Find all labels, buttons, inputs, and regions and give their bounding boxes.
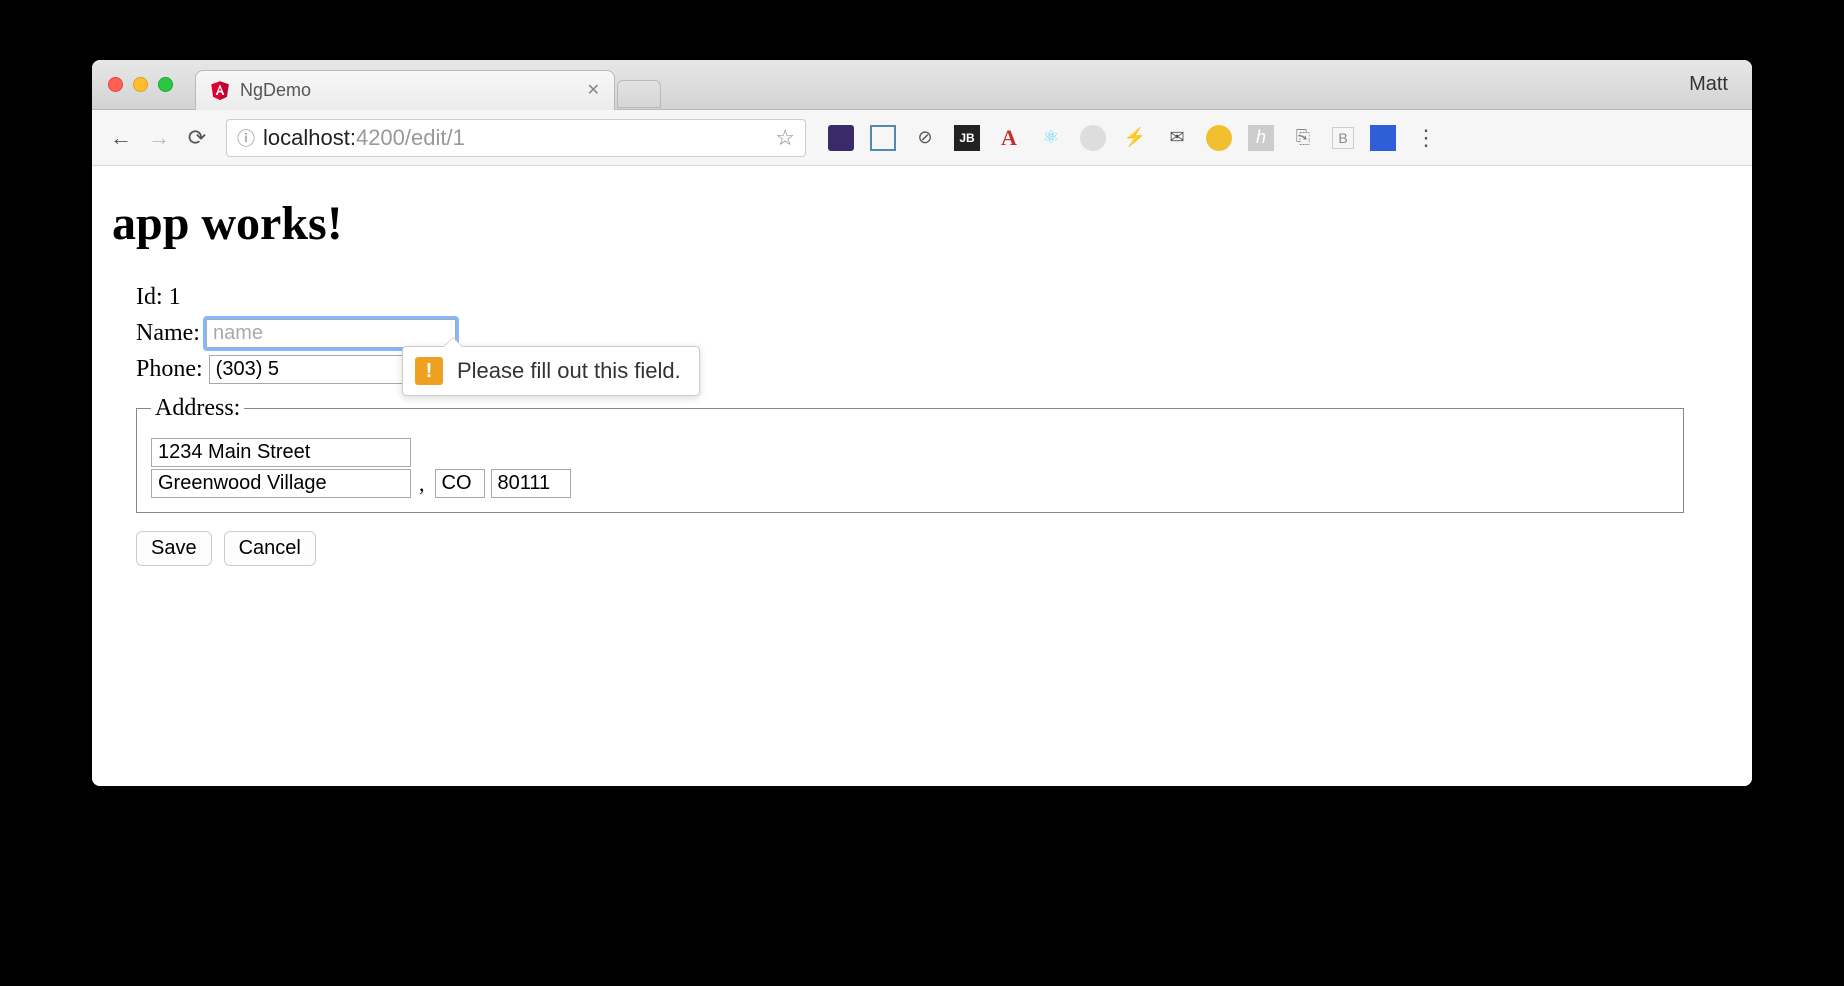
address-bar[interactable]: ⓘ localhost:4200/edit/1 ☆ xyxy=(226,119,806,157)
titlebar: NgDemo ✕ Matt xyxy=(92,60,1752,110)
maximize-window-button[interactable] xyxy=(158,77,173,92)
button-row: Save Cancel xyxy=(112,531,1732,566)
comma-separator: , xyxy=(419,471,425,497)
warning-icon: ! xyxy=(415,357,443,385)
minimize-window-button[interactable] xyxy=(133,77,148,92)
extension-icon[interactable] xyxy=(870,125,896,151)
zip-input[interactable] xyxy=(491,469,571,498)
extension-icon[interactable]: ⎘ xyxy=(1290,125,1316,151)
back-button[interactable]: ← xyxy=(106,125,136,151)
extension-icon[interactable] xyxy=(1206,125,1232,151)
url-text: localhost:4200/edit/1 xyxy=(263,125,465,151)
edit-form: Id: 1 Name: Phone: Address: , xyxy=(112,279,1732,513)
extension-icon[interactable]: ⚡ xyxy=(1122,125,1148,151)
extension-icon[interactable]: B xyxy=(1332,127,1354,149)
extension-icon[interactable]: ⚛ xyxy=(1038,125,1064,151)
extension-icon[interactable]: JB xyxy=(954,125,980,151)
tab-title: NgDemo xyxy=(240,80,577,101)
phone-row: Phone: xyxy=(136,351,1732,387)
browser-toolbar: ← → ⟳ ⓘ localhost:4200/edit/1 ☆ ⊘ JB A ⚛… xyxy=(92,110,1752,166)
browser-menu-icon[interactable]: ⋮ xyxy=(1414,125,1438,151)
save-button[interactable]: Save xyxy=(136,531,212,566)
browser-window: NgDemo ✕ Matt ← → ⟳ ⓘ localhost:4200/edi… xyxy=(92,60,1752,786)
extension-icon[interactable]: ⊘ xyxy=(912,125,938,151)
reload-button[interactable]: ⟳ xyxy=(182,125,212,151)
cancel-button[interactable]: Cancel xyxy=(224,531,316,566)
address-fieldset: Address: , xyxy=(136,395,1684,513)
new-tab-button[interactable] xyxy=(617,80,661,108)
close-tab-icon[interactable]: ✕ xyxy=(587,80,600,100)
id-label: Id: xyxy=(136,279,163,315)
window-controls xyxy=(108,77,173,92)
city-input[interactable] xyxy=(151,469,411,498)
page-heading: app works! xyxy=(112,196,1732,251)
address-legend: Address: xyxy=(151,395,244,422)
bookmark-star-icon[interactable]: ☆ xyxy=(775,125,795,151)
validation-message: Please fill out this field. xyxy=(457,358,681,384)
extension-icon[interactable]: ✉ xyxy=(1164,125,1190,151)
name-row: Name: xyxy=(136,315,1732,351)
extension-row: ⊘ JB A ⚛ ⚡ ✉ h ⎘ B xyxy=(828,125,1396,151)
id-value: 1 xyxy=(169,279,181,315)
extension-icon[interactable] xyxy=(828,125,854,151)
profile-name[interactable]: Matt xyxy=(1689,73,1736,96)
name-label: Name: xyxy=(136,315,200,351)
site-info-icon[interactable]: ⓘ xyxy=(237,125,255,151)
state-input[interactable] xyxy=(435,469,485,498)
angular-favicon-icon xyxy=(210,79,230,101)
name-input[interactable] xyxy=(206,319,456,348)
id-row: Id: 1 xyxy=(136,279,1732,315)
extension-icon[interactable] xyxy=(1370,125,1396,151)
validation-tooltip: ! Please fill out this field. xyxy=(402,346,700,396)
extension-icon[interactable]: A xyxy=(996,125,1022,151)
street-input[interactable] xyxy=(151,438,411,467)
page-content: app works! Id: 1 Name: Phone: Address: xyxy=(92,166,1752,786)
phone-label: Phone: xyxy=(136,351,203,387)
extension-icon[interactable] xyxy=(1080,125,1106,151)
extension-icon[interactable]: h xyxy=(1248,125,1274,151)
browser-tab[interactable]: NgDemo ✕ xyxy=(195,70,615,110)
close-window-button[interactable] xyxy=(108,77,123,92)
forward-button: → xyxy=(144,125,174,151)
